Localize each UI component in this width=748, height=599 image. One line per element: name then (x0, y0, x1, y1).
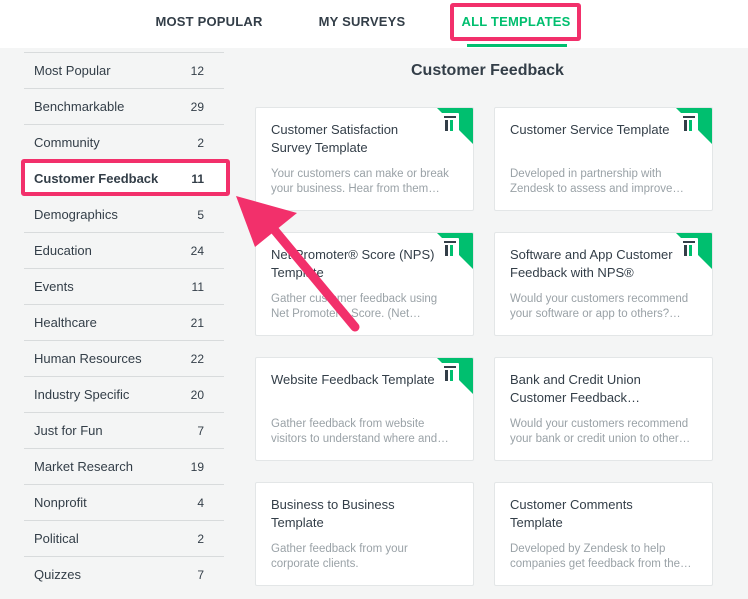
sidebar-item-count: 4 (197, 496, 204, 510)
sidebar-item-label: Human Resources (34, 351, 142, 366)
sidebar-item-label: Healthcare (34, 315, 97, 330)
benchmark-badge-icon (676, 108, 712, 144)
sidebar-item-human-resources[interactable]: Human Resources 22 (24, 340, 224, 376)
template-card-description: Gather feedback from website visitors to… (271, 418, 449, 445)
sidebar-item-count: 2 (197, 136, 204, 150)
sidebar-item-count: 11 (191, 172, 204, 186)
sidebar-item-just-for-fun[interactable]: Just for Fun 7 (24, 412, 224, 448)
template-card-title: Customer Service Template (510, 122, 670, 137)
template-card[interactable]: Software and App Customer Feedback with … (494, 232, 713, 336)
template-card-description: Gather customer feedback using Net Promo… (271, 293, 438, 320)
tab-most-popular[interactable]: MOST POPULAR (150, 0, 268, 44)
template-card-description: Would your customers recommend your bank… (510, 418, 691, 445)
top-navigation: MOST POPULAR MY SURVEYS ALL TEMPLATES (0, 0, 748, 48)
sidebar-item-customer-feedback[interactable]: Customer Feedback 11 (24, 160, 224, 196)
sidebar-item-education[interactable]: Education 24 (24, 232, 224, 268)
template-card[interactable]: Business to Business Template Gather fee… (255, 482, 474, 586)
sidebar-item-label: Just for Fun (34, 423, 103, 438)
sidebar-item-label: Benchmarkable (34, 99, 125, 114)
sidebar-item-count: 21 (190, 316, 204, 330)
template-card-description: Developed in partnership with Zendesk to… (510, 168, 684, 195)
template-card-title: Website Feedback Template (271, 372, 435, 387)
benchmark-badge-icon (437, 358, 473, 394)
sidebar-item-count: 20 (190, 388, 204, 402)
template-card[interactable]: Customer Service Template Developed in p… (494, 107, 713, 211)
sidebar-item-label: Industry Specific (34, 387, 130, 402)
sidebar-item-count: 24 (190, 244, 204, 258)
template-card[interactable]: Website Feedback Template Gather feedbac… (255, 357, 474, 461)
template-card-title: Bank and Credit Union Customer Feedback… (510, 372, 641, 405)
template-card-title: Customer Comments Template (510, 497, 633, 530)
sidebar-item-healthcare[interactable]: Healthcare 21 (24, 304, 224, 340)
sidebar-item-count: 7 (197, 424, 204, 438)
sidebar-item-industry-specific[interactable]: Industry Specific 20 (24, 376, 224, 412)
category-sidebar: Most Popular 12 Benchmarkable 29 Communi… (24, 52, 224, 592)
template-card-title: Customer Satisfaction Survey Template (271, 122, 399, 155)
sidebar-item-most-popular[interactable]: Most Popular 12 (24, 52, 224, 88)
template-card-description: Would your customers recommend your soft… (510, 293, 689, 320)
sidebar-item-count: 29 (190, 100, 204, 114)
sidebar-item-events[interactable]: Events 11 (24, 268, 224, 304)
template-card[interactable]: Customer Satisfaction Survey Template Yo… (255, 107, 474, 211)
sidebar-item-count: 22 (190, 352, 204, 366)
sidebar-item-community[interactable]: Community 2 (24, 124, 224, 160)
template-card[interactable]: Net Promoter® Score (NPS) Template Gathe… (255, 232, 474, 336)
template-card[interactable]: Customer Comments Template Developed by … (494, 482, 713, 586)
sidebar-item-label: Quizzes (34, 567, 81, 582)
sidebar-item-count: 12 (190, 64, 204, 78)
active-tab-underline (467, 44, 567, 47)
sidebar-item-label: Events (34, 279, 74, 294)
template-card-title: Business to Business Template (271, 497, 395, 530)
sidebar-item-label: Community (34, 135, 100, 150)
sidebar-item-benchmarkable[interactable]: Benchmarkable 29 (24, 88, 224, 124)
sidebar-item-label: Most Popular (34, 63, 111, 78)
sidebar-item-label: Customer Feedback (34, 171, 159, 186)
template-card-description: Your customers can make or break your bu… (271, 168, 449, 195)
sidebar-item-count: 11 (191, 280, 204, 294)
template-card-title: Net Promoter® Score (NPS) Template (271, 247, 435, 280)
template-card-title: Software and App Customer Feedback with … (510, 247, 673, 280)
benchmark-badge-icon (676, 233, 712, 269)
sidebar-item-count: 2 (197, 532, 204, 546)
sidebar-item-label: Market Research (34, 459, 133, 474)
tab-highlight-box (450, 3, 581, 41)
benchmark-badge-icon (437, 233, 473, 269)
sidebar-item-count: 5 (197, 208, 204, 222)
sidebar-item-label: Demographics (34, 207, 118, 222)
template-card-description: Developed by Zendesk to help companies g… (510, 543, 692, 570)
template-card-description: Gather feedback from your corporate clie… (271, 543, 408, 570)
sidebar-item-count: 7 (197, 568, 204, 582)
template-card[interactable]: Bank and Credit Union Customer Feedback…… (494, 357, 713, 461)
sidebar-item-quizzes[interactable]: Quizzes 7 (24, 556, 224, 592)
sidebar-item-label: Political (34, 531, 79, 546)
section-title: Customer Feedback (411, 62, 564, 79)
sidebar-item-demographics[interactable]: Demographics 5 (24, 196, 224, 232)
sidebar-item-market-research[interactable]: Market Research 19 (24, 448, 224, 484)
sidebar-item-nonprofit[interactable]: Nonprofit 4 (24, 484, 224, 520)
tab-my-surveys[interactable]: MY SURVEYS (310, 0, 414, 44)
sidebar-item-political[interactable]: Political 2 (24, 520, 224, 556)
benchmark-badge-icon (437, 108, 473, 144)
sidebar-item-label: Education (34, 243, 92, 258)
sidebar-item-count: 19 (190, 460, 204, 474)
sidebar-item-label: Nonprofit (34, 495, 87, 510)
